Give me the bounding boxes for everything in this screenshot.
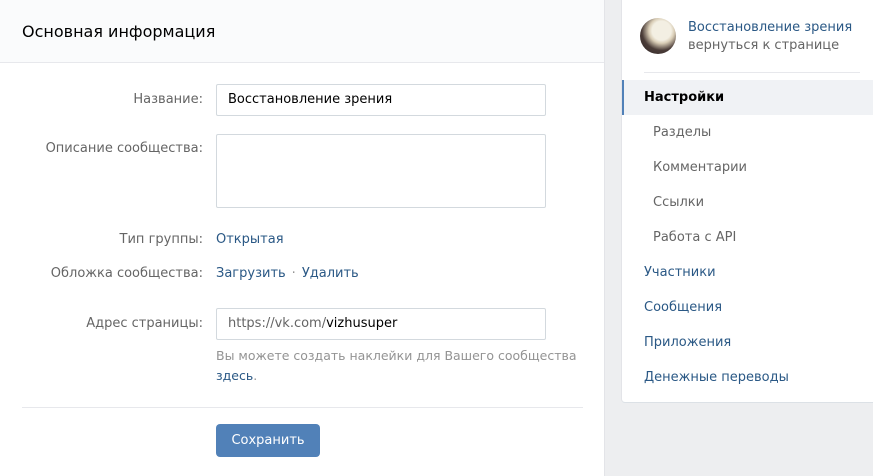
community-profile[interactable]: Восстановление зрения вернуться к страни… — [622, 0, 873, 73]
description-row: Описание сообщества: — [0, 134, 605, 208]
cover-row: Обложка сообщества: Загрузить · Удалить — [0, 266, 605, 284]
address-input[interactable]: https://vk.com/vizhusuper — [216, 308, 546, 340]
sidebar-item-money-transfers[interactable]: Денежные переводы — [622, 360, 873, 395]
address-label: Адрес страницы: — [86, 316, 203, 331]
sidebar-item-comments[interactable]: Комментарии — [622, 150, 873, 185]
hint-period: . — [253, 368, 258, 383]
description-textarea[interactable] — [216, 134, 546, 208]
group-type-link[interactable]: Открытая — [216, 232, 284, 247]
divider — [22, 407, 583, 408]
back-to-page-link[interactable]: вернуться к странице — [688, 38, 839, 53]
cover-delete-link[interactable]: Удалить — [302, 266, 359, 281]
main-panel: Основная информация Название: Восстановл… — [0, 0, 605, 476]
sidebar-item-messages[interactable]: Сообщения — [622, 290, 873, 325]
cover-actions: Загрузить · Удалить — [216, 266, 359, 281]
sidebar-menu: Настройки Разделы Комментарии Ссылки Раб… — [622, 80, 873, 395]
address-value: vizhusuper — [326, 316, 398, 331]
avatar[interactable] — [640, 18, 676, 54]
description-label: Описание сообщества: — [45, 141, 203, 156]
address-row: Адрес страницы: https://vk.com/vizhusupe… — [0, 308, 605, 340]
sidebar-item-api[interactable]: Работа с API — [622, 220, 873, 255]
name-input[interactable]: Восстановление зрения — [216, 84, 546, 116]
sidebar-item-sections[interactable]: Разделы — [622, 115, 873, 150]
page-title: Основная информация — [22, 21, 216, 41]
settings-sidebar: Восстановление зрения вернуться к страни… — [621, 0, 873, 403]
group-type-label: Тип группы: — [119, 232, 203, 247]
name-row: Название: Восстановление зрения — [0, 84, 605, 116]
gutter — [606, 0, 621, 476]
cover-separator: · — [291, 266, 296, 281]
address-prefix: https://vk.com/ — [228, 316, 327, 331]
sidebar-item-settings[interactable]: Настройки — [622, 80, 873, 115]
sidebar-item-links[interactable]: Ссылки — [622, 185, 873, 220]
save-button[interactable]: Сохранить — [216, 424, 320, 457]
cover-label: Обложка сообщества: — [50, 266, 203, 281]
sidebar-item-apps[interactable]: Приложения — [622, 325, 873, 360]
group-type-row: Тип группы: Открытая — [0, 232, 605, 250]
hint-text: Вы можете создать наклейки для Вашего со… — [216, 348, 577, 363]
name-label: Название: — [133, 92, 203, 107]
sidebar-divider — [644, 72, 860, 73]
hint-link[interactable]: здесь — [216, 368, 253, 383]
stickers-hint: Вы можете создать наклейки для Вашего со… — [216, 346, 586, 386]
panel-header: Основная информация — [0, 0, 604, 63]
community-name-link[interactable]: Восстановление зрения — [688, 20, 852, 35]
cover-upload-link[interactable]: Загрузить — [216, 266, 286, 281]
sidebar-item-members[interactable]: Участники — [622, 255, 873, 290]
name-input-value: Восстановление зрения — [228, 92, 393, 107]
